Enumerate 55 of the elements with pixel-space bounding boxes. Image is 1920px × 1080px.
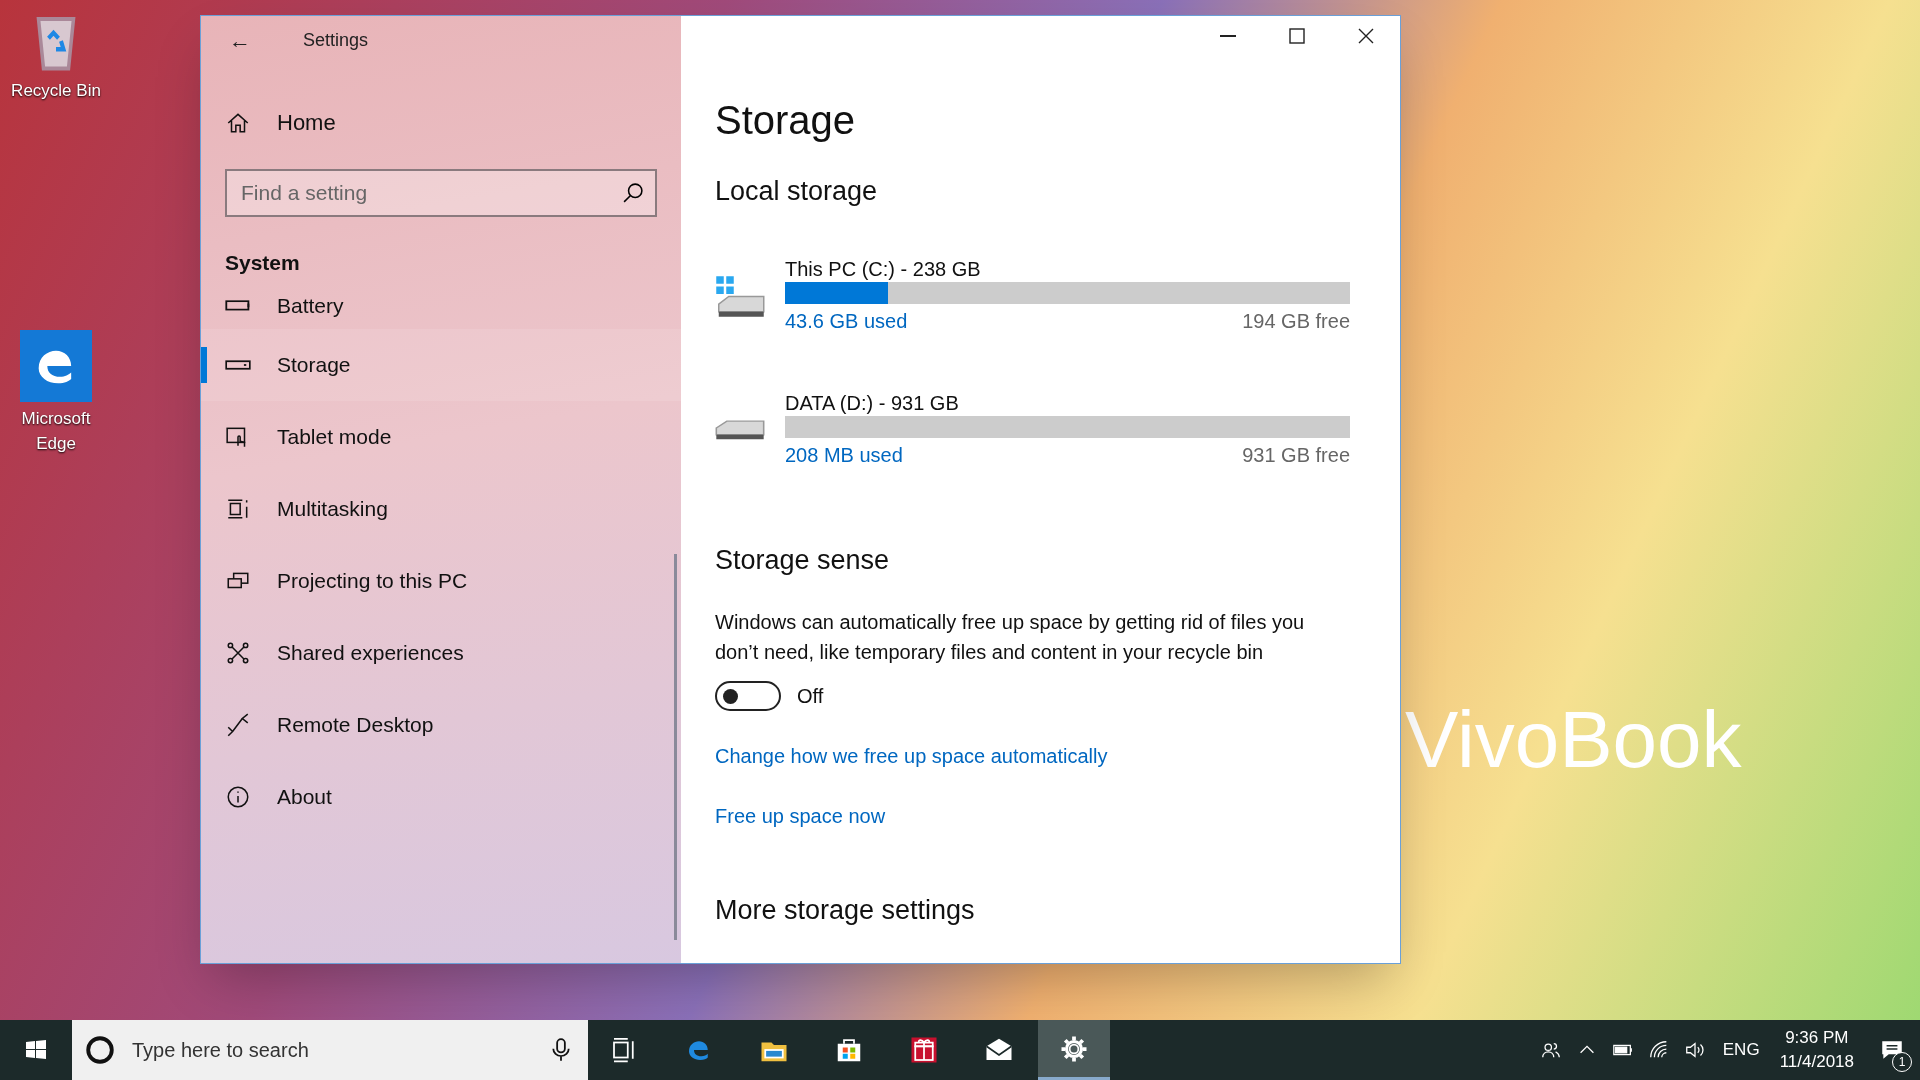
battery-icon: [225, 299, 251, 312]
drive-name: DATA (D:) - 931 GB: [785, 391, 960, 416]
sidebar-item[interactable]: Storage: [201, 328, 681, 401]
notification-count: 1: [1892, 1052, 1912, 1072]
network-nodes-icon: [225, 639, 251, 666]
description-text: Windows can automatically free up space by getting rid of files you don’t need, like temporary files and content in your recycle bin: [715, 610, 1306, 665]
search-field[interactable]: Find a setting: [225, 169, 657, 217]
clock-button[interactable]: 9:36 PM 11/4/2018: [1769, 1020, 1864, 1080]
windows-logo-icon: [24, 1038, 48, 1062]
desktop-icon-label[interactable]: Microsoft Edge: [6, 406, 106, 456]
language-indicator[interactable]: ENG: [1712, 1020, 1770, 1080]
used-space-link[interactable]: 208 MB used: [785, 440, 903, 470]
speaker-icon: [1683, 1039, 1706, 1061]
edge-shortcut-icon[interactable]: [20, 330, 92, 402]
remote-arrows-icon: [225, 711, 251, 738]
drive-icon: [225, 359, 251, 370]
sidebar-item[interactable]: Shared experiences: [201, 616, 681, 689]
section-heading: Local storage: [715, 175, 879, 208]
scrollbar[interactable]: [674, 554, 677, 940]
minimize-icon: [1219, 35, 1236, 37]
microphone-icon: [552, 1038, 570, 1062]
toggle-label: Off: [797, 684, 824, 709]
sidebar-item[interactable]: Battery: [201, 282, 681, 329]
sidebar-item[interactable]: Projecting to this PC: [201, 544, 681, 617]
drive-name: This PC (C:) - 238 GB: [785, 257, 982, 282]
back-button[interactable]: ←: [225, 23, 255, 57]
selection-indicator: [201, 346, 207, 383]
free-space-text: 194 GB free: [1242, 309, 1350, 334]
sidebar-item[interactable]: Multitasking: [201, 472, 681, 545]
toggle-switch[interactable]: [715, 681, 781, 711]
drive-icon: [715, 420, 765, 440]
section-heading: Storage sense: [715, 544, 891, 577]
section-heading: System: [225, 250, 301, 276]
desktop-icon-label[interactable]: Recycle Bin: [11, 78, 101, 103]
close-icon: [1357, 28, 1374, 44]
sidebar-item[interactable]: Remote Desktop: [201, 688, 681, 761]
link[interactable]: Change how we free up space automatically: [715, 741, 1108, 771]
free-space-text: 931 GB free: [1242, 443, 1350, 468]
section-heading: More storage settings: [715, 894, 976, 927]
home-nav-item[interactable]: Home: [225, 106, 681, 139]
taskbar-app-button[interactable]: [1038, 1020, 1110, 1080]
window-title: Settings: [303, 28, 369, 52]
wallpaper-text: VivoBook: [1405, 700, 1742, 780]
search-icon: [623, 183, 643, 203]
used-space-link[interactable]: 43.6 GB used: [785, 306, 908, 336]
maximize-icon: [1288, 28, 1305, 44]
link[interactable]: Free up space now: [715, 801, 886, 831]
system-drive-icon: [715, 274, 765, 318]
action-center-button[interactable]: 1: [1864, 1020, 1920, 1080]
taskbar-search-field[interactable]: Type here to search: [72, 1020, 588, 1080]
sidebar-item[interactable]: About: [201, 760, 681, 833]
cortana-circle-icon: [86, 1036, 114, 1064]
sidebar-item[interactable]: Tablet mode: [201, 400, 681, 473]
gift-icon: [909, 1035, 939, 1065]
page-title: Storage: [715, 97, 857, 144]
